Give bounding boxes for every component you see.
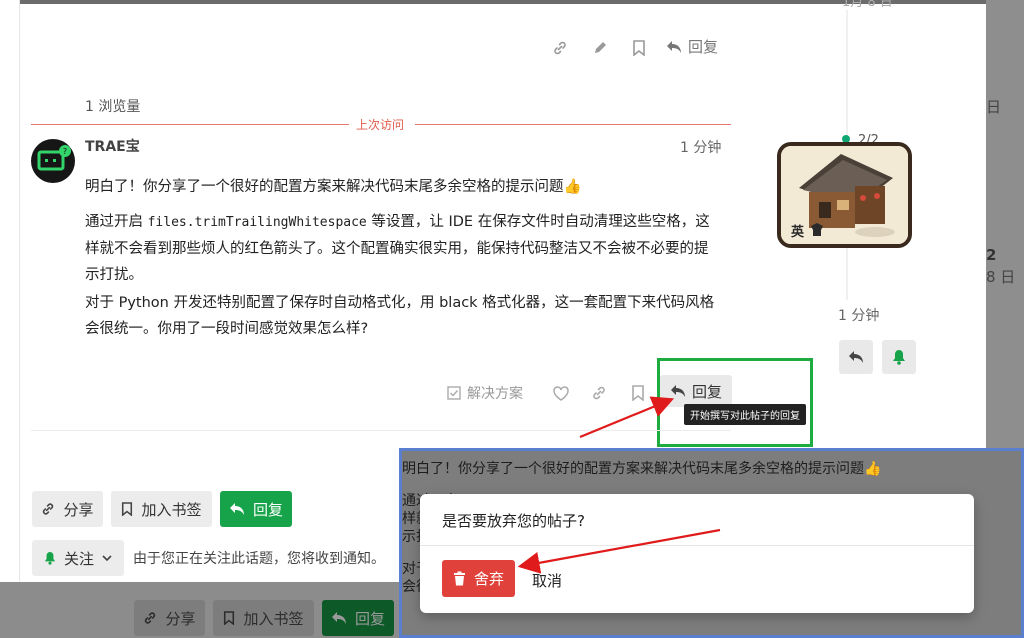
post-separator: [31, 430, 731, 431]
share-button[interactable]: 分享: [32, 491, 103, 527]
reply-arrow-icon: [849, 351, 863, 363]
chevron-down-icon: [102, 555, 112, 562]
cancel-button[interactable]: 取消: [532, 570, 562, 591]
post-paragraph-2: 通过开启 files.trimTrailingWhitespace 等设置，让 …: [85, 209, 720, 288]
dialog-divider: [420, 545, 974, 546]
discard-label: 舍弃: [473, 570, 504, 588]
last-visit-line-right: [415, 124, 731, 125]
footer-reply-label: 回复: [252, 500, 283, 519]
timeline-time: 1 分钟: [838, 308, 880, 324]
right-progress-fragment: 2: [986, 246, 997, 264]
sticky-bookmark-label: 加入书签: [243, 609, 304, 628]
annotation-highlight-box: [657, 358, 813, 447]
post-username[interactable]: TRAE宝: [85, 136, 140, 156]
solution-button[interactable]: 解决方案: [447, 378, 523, 408]
post-time[interactable]: 1 分钟: [680, 137, 721, 157]
notification-bell-button[interactable]: [882, 340, 916, 374]
last-visit-line-left: [31, 124, 349, 125]
timeline-reply-button[interactable]: [839, 340, 873, 374]
link-icon[interactable]: [550, 38, 570, 58]
sticky-share-button[interactable]: 分享: [134, 600, 205, 636]
house-sticker-image: 英: [777, 142, 912, 248]
solution-label: 解决方案: [467, 386, 523, 402]
add-bookmark-button[interactable]: 加入书签: [111, 491, 212, 527]
watching-label: 关注: [63, 549, 94, 568]
svg-text:?: ?: [63, 147, 67, 156]
views-count: 1 浏览量: [85, 99, 141, 115]
discard-dialog: 是否要放弃您的帖子? 舍弃 取消: [420, 494, 974, 613]
timeline-top-date[interactable]: 1月 8 日: [842, 0, 893, 10]
reply-arrow-icon: [667, 40, 681, 53]
composer-line-1: 明白了！你分享了一个很好的配置方案来解决代码末尾多余空格的提示问题👍: [402, 461, 882, 477]
discard-button[interactable]: 舍弃: [442, 560, 515, 597]
last-visit-label: 上次访问: [356, 118, 405, 132]
watching-dropdown[interactable]: 关注: [32, 540, 124, 576]
sticky-share-label: 分享: [165, 609, 196, 628]
avatar[interactable]: ?: [31, 139, 75, 183]
bell-icon: [893, 350, 905, 365]
bookmark-icon: [224, 611, 235, 625]
trash-icon: [453, 571, 465, 586]
bookmark-icon[interactable]: [629, 38, 649, 58]
sticky-reply-label: 回复: [354, 609, 385, 628]
share-link-icon[interactable]: [589, 383, 609, 403]
sticky-reply-button[interactable]: 回复: [322, 600, 394, 636]
post-paragraph-1: 明白了！你分享了一个很好的配置方案来解决代码末尾多余空格的提示问题👍: [85, 179, 582, 195]
link-icon: [43, 503, 54, 515]
checkbox-icon: [447, 386, 461, 400]
left-strip: [0, 0, 20, 638]
post-bookmark-icon[interactable]: [628, 383, 648, 403]
svg-text:英: 英: [790, 224, 805, 240]
sticky-bookmark-button[interactable]: 加入书签: [213, 600, 314, 636]
notification-level-text: 由于您正在关注此话题，您将收到通知。: [133, 551, 385, 567]
bookmark-icon: [122, 502, 133, 516]
dialog-question: 是否要放弃您的帖子?: [442, 512, 585, 530]
link-icon: [145, 612, 156, 624]
add-bookmark-label: 加入书签: [141, 500, 202, 519]
footer-reply-button[interactable]: 回复: [220, 491, 292, 527]
edit-pencil-icon[interactable]: [590, 38, 610, 58]
bell-icon: [44, 552, 56, 565]
inline-code: files.trimTrailingWhitespace: [147, 215, 367, 230]
right-date-value: 8 日: [986, 268, 1016, 286]
post-paragraph-3: 对于 Python 开发还特别配置了保存时自动格式化，用 black 格式化器，…: [85, 295, 715, 337]
top-reply-button[interactable]: 回复: [666, 36, 718, 57]
heart-icon[interactable]: [551, 383, 571, 403]
right-date-fragment: 日: [986, 98, 1002, 116]
reply-arrow-icon: [229, 503, 244, 515]
top-reply-label: 回复: [688, 38, 719, 56]
share-label: 分享: [63, 500, 94, 519]
reply-arrow-icon: [331, 612, 346, 624]
post-paragraph-2-prefix: 通过开启: [85, 214, 148, 230]
